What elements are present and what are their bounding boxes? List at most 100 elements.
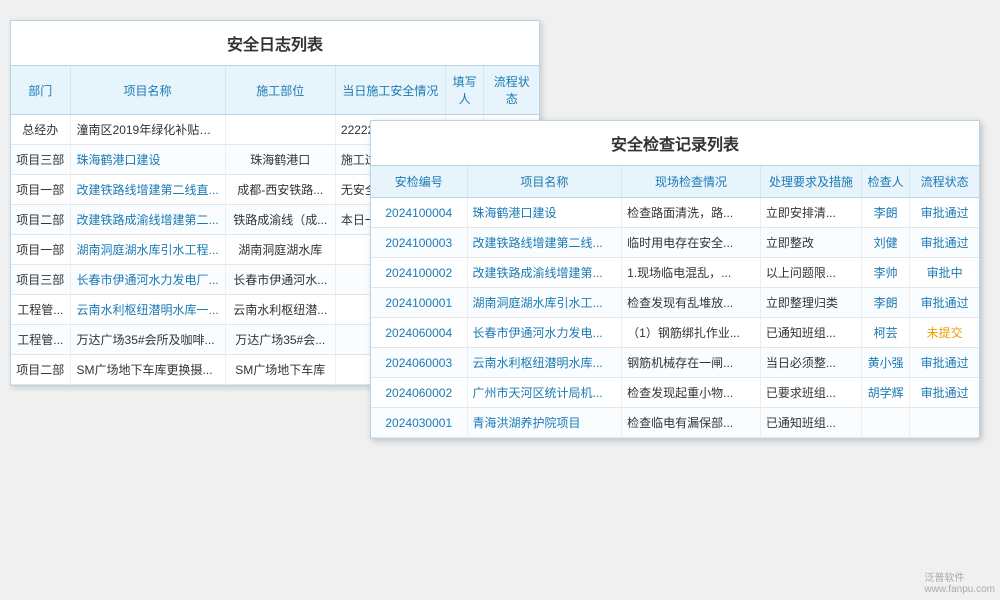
cell-inspection-measures: 当日必须整... bbox=[760, 348, 861, 378]
col-writer: 填写人 bbox=[445, 66, 484, 115]
cell-inspection-situation: 1.现场临电混乱，... bbox=[622, 258, 761, 288]
cell-inspection-situation: 检查路面清洗，路... bbox=[622, 198, 761, 228]
cell-inspection-status: 审批中 bbox=[910, 258, 979, 288]
cell-inspector[interactable]: 黄小强 bbox=[862, 348, 910, 378]
cell-inspection-status: 审批通过 bbox=[910, 378, 979, 408]
cell-site: 万达广场35#会... bbox=[225, 325, 335, 355]
col-measures: 处理要求及措施 bbox=[760, 166, 861, 198]
cell-inspection-project[interactable]: 云南水利枢纽潜明水库... bbox=[467, 348, 622, 378]
cell-dept: 工程管... bbox=[11, 295, 70, 325]
cell-project: SM广场地下车库更换摄... bbox=[70, 355, 225, 385]
col-project-name: 项目名称 bbox=[467, 166, 622, 198]
cell-project[interactable]: 长春市伊通河水力发电厂... bbox=[70, 265, 225, 295]
col-project: 项目名称 bbox=[70, 66, 225, 115]
watermark-line2: www.fanpu.com bbox=[924, 584, 995, 595]
cell-inspection-status: 审批通过 bbox=[910, 348, 979, 378]
cell-inspection-situation: 临时用电存在安全... bbox=[622, 228, 761, 258]
cell-inspection-situation: （1）钢筋绑扎作业... bbox=[622, 318, 761, 348]
inspection-row: 2024060003云南水利枢纽潜明水库...钢筋机械存在一闸...当日必须整.… bbox=[371, 348, 979, 378]
cell-inspection-situation: 检查临电有漏保部... bbox=[622, 408, 761, 438]
cell-inspection-status bbox=[910, 408, 979, 438]
cell-inspection-id[interactable]: 2024100004 bbox=[371, 198, 467, 228]
cell-inspection-measures: 已通知班组... bbox=[760, 318, 861, 348]
inspection-row: 2024100002改建铁路成渝线增建第...1.现场临电混乱，...以上问题限… bbox=[371, 258, 979, 288]
cell-dept: 项目一部 bbox=[11, 235, 70, 265]
cell-dept: 项目三部 bbox=[11, 265, 70, 295]
cell-site: 成都-西安铁路... bbox=[225, 175, 335, 205]
cell-inspection-status: 审批通过 bbox=[910, 198, 979, 228]
cell-inspection-project[interactable]: 改建铁路成渝线增建第... bbox=[467, 258, 622, 288]
cell-inspection-id[interactable]: 2024060003 bbox=[371, 348, 467, 378]
cell-inspection-situation: 检查发现有乱堆放... bbox=[622, 288, 761, 318]
cell-project[interactable]: 改建铁路线增建第二线直... bbox=[70, 175, 225, 205]
cell-project[interactable]: 云南水利枢纽潜明水库一... bbox=[70, 295, 225, 325]
col-field-situation: 现场检查情况 bbox=[622, 166, 761, 198]
inspection-row: 2024100001湖南洞庭湖水库引水工...检查发现有乱堆放...立即整理归类… bbox=[371, 288, 979, 318]
right-panel: 安全检查记录列表 安检编号 项目名称 现场检查情况 处理要求及措施 检查人 流程… bbox=[370, 120, 980, 439]
cell-site: 铁路成渝线（成... bbox=[225, 205, 335, 235]
cell-project: 潼南区2019年绿化补贴项... bbox=[70, 115, 225, 145]
cell-site: SM广场地下车库 bbox=[225, 355, 335, 385]
cell-inspection-situation: 检查发现起重小物... bbox=[622, 378, 761, 408]
inspection-row: 2024100004珠海鹤港口建设检查路面清洗，路...立即安排清...李朗审批… bbox=[371, 198, 979, 228]
watermark-line1: 泛普软件 bbox=[924, 569, 995, 584]
table-header-row: 部门 项目名称 施工部位 当日施工安全情况 填写人 流程状态 bbox=[11, 66, 539, 115]
cell-site bbox=[225, 115, 335, 145]
cell-inspector[interactable]: 李帅 bbox=[862, 258, 910, 288]
cell-inspection-id[interactable]: 2024100001 bbox=[371, 288, 467, 318]
cell-inspector bbox=[862, 408, 910, 438]
cell-project[interactable]: 改建铁路成渝线增建第二... bbox=[70, 205, 225, 235]
cell-inspection-measures: 立即整理归类 bbox=[760, 288, 861, 318]
cell-inspection-measures: 已要求班组... bbox=[760, 378, 861, 408]
inspection-header-row: 安检编号 项目名称 现场检查情况 处理要求及措施 检查人 流程状态 bbox=[371, 166, 979, 198]
cell-dept: 工程管... bbox=[11, 325, 70, 355]
cell-site: 云南水利枢纽潜... bbox=[225, 295, 335, 325]
cell-dept: 项目二部 bbox=[11, 205, 70, 235]
cell-inspector[interactable]: 柯芸 bbox=[862, 318, 910, 348]
col-inspector: 检查人 bbox=[862, 166, 910, 198]
cell-inspection-status: 审批通过 bbox=[910, 288, 979, 318]
col-flow-status: 流程状态 bbox=[910, 166, 979, 198]
cell-inspection-measures: 已通知班组... bbox=[760, 408, 861, 438]
cell-inspection-id[interactable]: 2024100002 bbox=[371, 258, 467, 288]
cell-inspection-status: 未提交 bbox=[910, 318, 979, 348]
col-site: 施工部位 bbox=[225, 66, 335, 115]
inspection-row: 2024060002广州市天河区统计局机...检查发现起重小物...已要求班组.… bbox=[371, 378, 979, 408]
inspection-row: 2024060004长春市伊通河水力发电...（1）钢筋绑扎作业...已通知班组… bbox=[371, 318, 979, 348]
cell-inspection-project[interactable]: 长春市伊通河水力发电... bbox=[467, 318, 622, 348]
cell-site: 长春市伊通河水... bbox=[225, 265, 335, 295]
cell-inspection-status: 审批通过 bbox=[910, 228, 979, 258]
cell-inspection-id[interactable]: 2024030001 bbox=[371, 408, 467, 438]
cell-dept: 项目二部 bbox=[11, 355, 70, 385]
cell-inspector[interactable]: 刘健 bbox=[862, 228, 910, 258]
inspection-row: 2024030001青海洪湖养护院项目检查临电有漏保部...已通知班组... bbox=[371, 408, 979, 438]
cell-inspection-project[interactable]: 广州市天河区统计局机... bbox=[467, 378, 622, 408]
cell-inspection-project[interactable]: 湖南洞庭湖水库引水工... bbox=[467, 288, 622, 318]
col-dept: 部门 bbox=[11, 66, 70, 115]
cell-inspection-id[interactable]: 2024060002 bbox=[371, 378, 467, 408]
cell-dept: 总经办 bbox=[11, 115, 70, 145]
cell-inspection-id[interactable]: 2024100003 bbox=[371, 228, 467, 258]
watermark: 泛普软件 www.fanpu.com bbox=[924, 569, 995, 595]
col-situation: 当日施工安全情况 bbox=[335, 66, 445, 115]
col-id: 安检编号 bbox=[371, 166, 467, 198]
left-panel-title: 安全日志列表 bbox=[11, 21, 539, 66]
cell-inspector[interactable]: 胡学辉 bbox=[862, 378, 910, 408]
right-panel-title: 安全检查记录列表 bbox=[371, 121, 979, 166]
cell-inspection-id[interactable]: 2024060004 bbox=[371, 318, 467, 348]
cell-site: 湖南洞庭湖水库 bbox=[225, 235, 335, 265]
cell-inspection-project[interactable]: 珠海鹤港口建设 bbox=[467, 198, 622, 228]
cell-project[interactable]: 珠海鹤港口建设 bbox=[70, 145, 225, 175]
cell-inspection-measures: 立即整改 bbox=[760, 228, 861, 258]
cell-inspection-measures: 立即安排清... bbox=[760, 198, 861, 228]
cell-inspector[interactable]: 李朗 bbox=[862, 288, 910, 318]
safety-inspection-table: 安检编号 项目名称 现场检查情况 处理要求及措施 检查人 流程状态 202410… bbox=[371, 166, 979, 438]
cell-inspection-project[interactable]: 青海洪湖养护院项目 bbox=[467, 408, 622, 438]
cell-inspection-project[interactable]: 改建铁路线增建第二线... bbox=[467, 228, 622, 258]
cell-dept: 项目三部 bbox=[11, 145, 70, 175]
cell-inspector[interactable]: 李朗 bbox=[862, 198, 910, 228]
col-status: 流程状态 bbox=[484, 66, 539, 115]
cell-inspection-measures: 以上问题限... bbox=[760, 258, 861, 288]
cell-project[interactable]: 湖南洞庭湖水库引水工程... bbox=[70, 235, 225, 265]
cell-inspection-situation: 钢筋机械存在一闸... bbox=[622, 348, 761, 378]
